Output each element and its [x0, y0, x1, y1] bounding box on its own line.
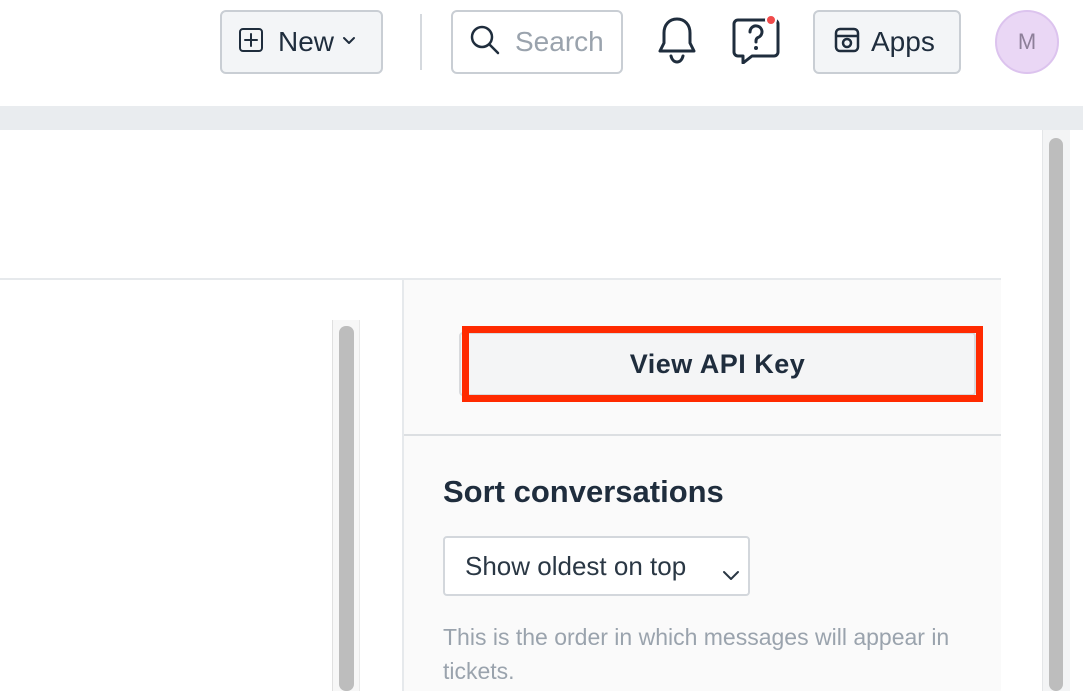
bell-icon — [656, 15, 698, 70]
sort-order-value: Show oldest on top — [465, 550, 687, 581]
header-band — [0, 106, 1083, 130]
sort-help-text: This is the order in which messages will… — [443, 624, 950, 684]
view-api-key-button[interactable]: View API Key — [459, 332, 976, 396]
avatar[interactable]: M — [995, 10, 1059, 74]
help-button[interactable] — [728, 12, 784, 68]
apps-button[interactable]: Apps — [813, 10, 961, 74]
chevron-down-icon — [722, 558, 740, 589]
apps-button-label: Apps — [871, 26, 935, 57]
list-scrollbar-thumb[interactable] — [339, 326, 354, 691]
page-scrollbar-thumb[interactable] — [1049, 138, 1063, 691]
search-icon — [469, 24, 501, 61]
plus-square-icon — [238, 27, 264, 58]
apps-icon — [833, 26, 861, 59]
top-bar: New Search Apps M — [0, 0, 1083, 106]
new-button[interactable]: New — [220, 10, 383, 74]
new-button-label: New — [278, 26, 335, 57]
notifications-button[interactable] — [654, 14, 700, 70]
panel-divider — [404, 434, 1001, 436]
notification-dot — [765, 14, 777, 26]
sort-conversations-title: Sort conversations — [443, 474, 724, 509]
chevron-down-icon — [342, 33, 356, 51]
divider — [420, 14, 422, 70]
search-box[interactable]: Search — [451, 10, 623, 74]
sort-order-select[interactable]: Show oldest on top — [443, 536, 750, 596]
search-placeholder: Search — [515, 26, 604, 57]
